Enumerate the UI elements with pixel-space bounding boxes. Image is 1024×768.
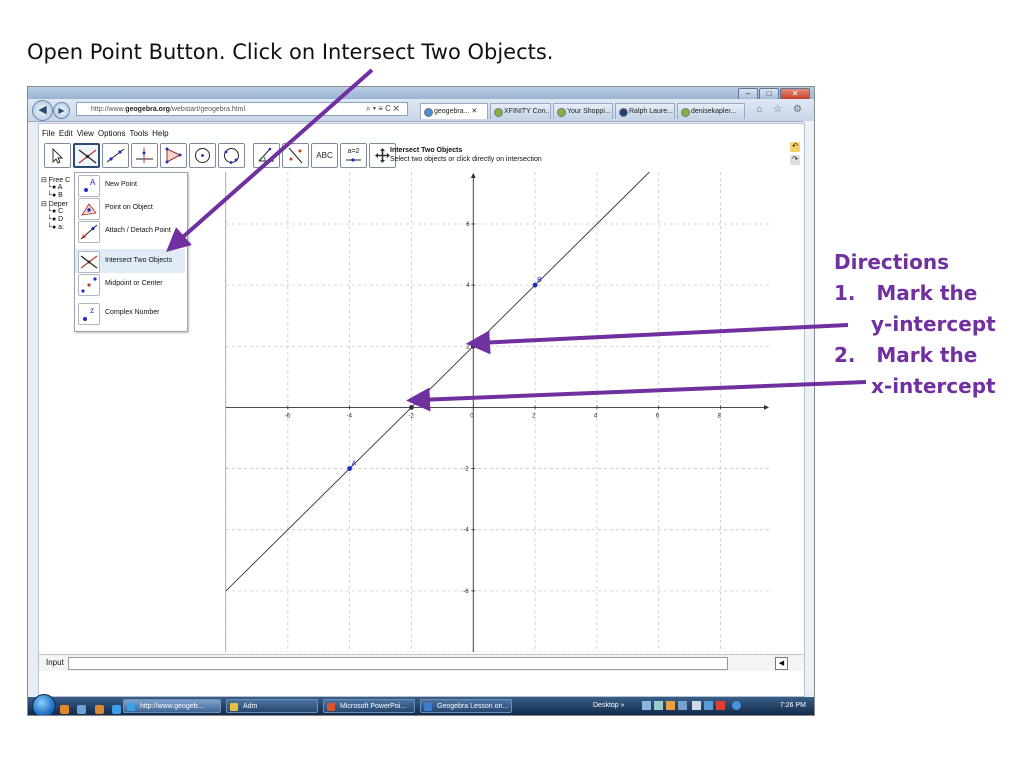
annotation-arrow [166, 68, 374, 252]
annotation-arrow [406, 380, 867, 412]
annotation-arrow [466, 323, 849, 355]
annotation-arrows [166, 68, 867, 412]
